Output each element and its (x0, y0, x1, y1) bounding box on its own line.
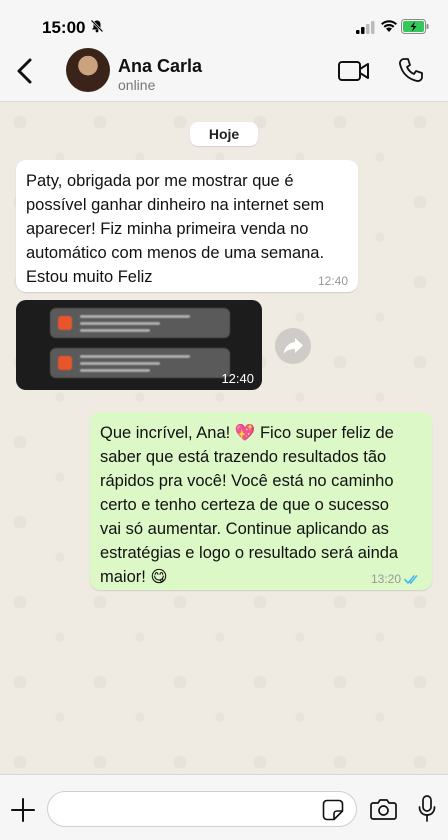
chat-area[interactable]: Hoje Paty, obrigada por me mostrar que é… (0, 102, 448, 774)
forward-button[interactable] (275, 328, 311, 364)
notif-line (80, 315, 190, 318)
avatar[interactable] (66, 48, 110, 92)
notif-line (80, 362, 160, 365)
chat-header: Ana Carla online (0, 42, 448, 102)
message-time: 12:40 (221, 371, 254, 386)
wifi-icon (381, 20, 397, 32)
message-text: Que incrível, Ana! 💖 Fico super feliz de… (100, 424, 399, 586)
forward-icon (283, 338, 303, 354)
battery-icon (401, 19, 429, 34)
message-time: 13:20 (370, 572, 401, 586)
message-input[interactable] (47, 791, 357, 827)
outgoing-message[interactable]: Que incrível, Ana! 💖 Fico super feliz de… (90, 412, 432, 590)
back-icon[interactable] (14, 56, 36, 86)
app-icon (58, 316, 72, 330)
contact-name[interactable]: Ana Carla (118, 56, 202, 77)
bell-off-icon (90, 19, 104, 33)
sticker-icon[interactable] (322, 799, 344, 821)
video-call-icon[interactable] (338, 60, 370, 82)
status-bar: 15:00 (0, 0, 448, 42)
mic-icon[interactable] (418, 795, 436, 823)
double-check-icon (404, 574, 418, 584)
message-time: 12:40 (317, 274, 348, 288)
incoming-message[interactable]: Paty, obrigada por me mostrar que é poss… (16, 160, 358, 292)
contact-status: online (118, 77, 156, 93)
status-time: 15:00 (42, 18, 86, 37)
message-text: Paty, obrigada por me mostrar que é poss… (26, 172, 325, 286)
notif-line (80, 322, 160, 325)
image-message[interactable]: 12:40 (16, 300, 262, 390)
app-icon (58, 356, 72, 370)
phone-icon[interactable] (398, 57, 424, 83)
date-chip: Hoje (190, 122, 258, 146)
notification-preview (50, 308, 230, 338)
camera-icon[interactable] (370, 798, 397, 820)
notif-line (80, 329, 150, 332)
plus-icon[interactable] (10, 797, 36, 823)
notif-line (80, 355, 190, 358)
notification-preview (50, 348, 230, 378)
message-meta: 13:20 (371, 572, 422, 586)
input-bar (0, 774, 448, 840)
signal-icon (356, 21, 375, 34)
notif-line (80, 369, 150, 372)
